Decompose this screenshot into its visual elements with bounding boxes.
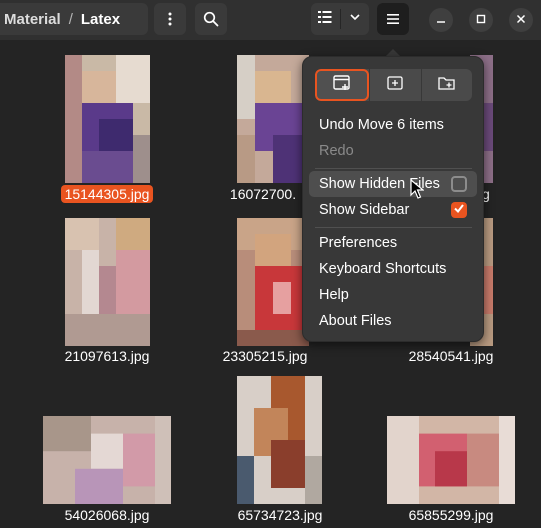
chevron-down-icon: [349, 10, 361, 28]
file-thumbnail-16072700[interactable]: [237, 55, 309, 183]
minimize-icon: [436, 11, 446, 29]
file-label[interactable]: 65734723.jpg: [200, 506, 360, 524]
view-options-dropdown[interactable]: [341, 3, 370, 35]
hamburger-menu-icon: [386, 12, 400, 26]
menu-action-row: [315, 69, 472, 101]
checkmark-icon: [453, 202, 465, 218]
menu-redo[interactable]: Redo: [309, 138, 477, 164]
file-label[interactable]: 28540541.jpg: [371, 347, 531, 365]
new-folder-button[interactable]: [420, 69, 472, 101]
file-thumbnail-54026068[interactable]: [43, 416, 171, 504]
file-label[interactable]: 15144305.jpg: [27, 185, 187, 203]
new-tab-button[interactable]: [369, 69, 420, 101]
menu-show-hidden-files[interactable]: Show Hidden Files: [309, 171, 477, 197]
search-button[interactable]: [195, 3, 227, 35]
menu-help[interactable]: Help: [309, 282, 477, 308]
close-icon: [516, 11, 526, 29]
file-thumbnail-23305215[interactable]: [237, 218, 309, 346]
file-thumbnail-21097613[interactable]: [65, 218, 150, 346]
show-sidebar-checkbox[interactable]: [451, 202, 467, 218]
path-bar[interactable]: Material / Latex: [0, 3, 148, 35]
search-icon: [203, 11, 219, 27]
file-label[interactable]: 23305215.jpg: [185, 347, 345, 365]
menu-undo-label: Undo Move 6 items: [319, 117, 444, 133]
file-thumbnail-65855299[interactable]: [387, 416, 515, 504]
minimize-button[interactable]: [429, 8, 453, 32]
breadcrumb-latex[interactable]: Latex: [81, 11, 120, 28]
new-window-icon: [333, 74, 351, 96]
show-hidden-checkbox[interactable]: [451, 176, 467, 192]
menu-shortcuts-label: Keyboard Shortcuts: [319, 261, 447, 277]
list-view-icon: [318, 10, 332, 29]
new-folder-icon: [438, 76, 456, 95]
new-window-button[interactable]: [315, 69, 370, 101]
vertical-dots-icon: [162, 11, 178, 27]
menu-show-sidebar[interactable]: Show Sidebar: [309, 197, 477, 223]
menu-redo-label: Redo: [319, 143, 354, 159]
more-options-button[interactable]: [154, 3, 186, 35]
menu-about-files[interactable]: About Files: [309, 308, 477, 334]
file-label[interactable]: 54026068.jpg: [27, 506, 187, 524]
header-bar: Material / Latex: [0, 0, 541, 40]
mouse-pointer-icon: [410, 178, 425, 199]
breadcrumb-material[interactable]: Material: [4, 11, 61, 28]
menu-preferences[interactable]: Preferences: [309, 230, 477, 256]
view-mode-button[interactable]: [311, 3, 340, 35]
menu-help-label: Help: [319, 287, 349, 303]
menu-about-label: About Files: [319, 313, 392, 329]
view-switcher[interactable]: [311, 3, 369, 35]
file-label[interactable]: 21097613.jpg: [27, 347, 187, 365]
file-thumbnail-15144305[interactable]: [65, 55, 150, 183]
menu-keyboard-shortcuts[interactable]: Keyboard Shortcuts: [309, 256, 477, 282]
maximize-button[interactable]: [469, 8, 493, 32]
menu-preferences-label: Preferences: [319, 235, 398, 251]
maximize-icon: [476, 11, 486, 29]
menu-undo[interactable]: Undo Move 6 items: [309, 112, 477, 138]
close-button[interactable]: [509, 8, 533, 32]
menu-show-sidebar-label: Show Sidebar: [319, 202, 410, 218]
main-menu-popover: Undo Move 6 items Redo Show Hidden Files…: [302, 56, 484, 342]
main-menu-button[interactable]: [377, 3, 409, 35]
file-label[interactable]: 65855299.jpg: [371, 506, 531, 524]
file-thumbnail-65734723[interactable]: [237, 376, 322, 504]
menu-divider: [315, 168, 472, 169]
menu-divider: [315, 227, 472, 228]
breadcrumb-separator: /: [68, 10, 73, 28]
new-tab-icon: [387, 75, 404, 95]
